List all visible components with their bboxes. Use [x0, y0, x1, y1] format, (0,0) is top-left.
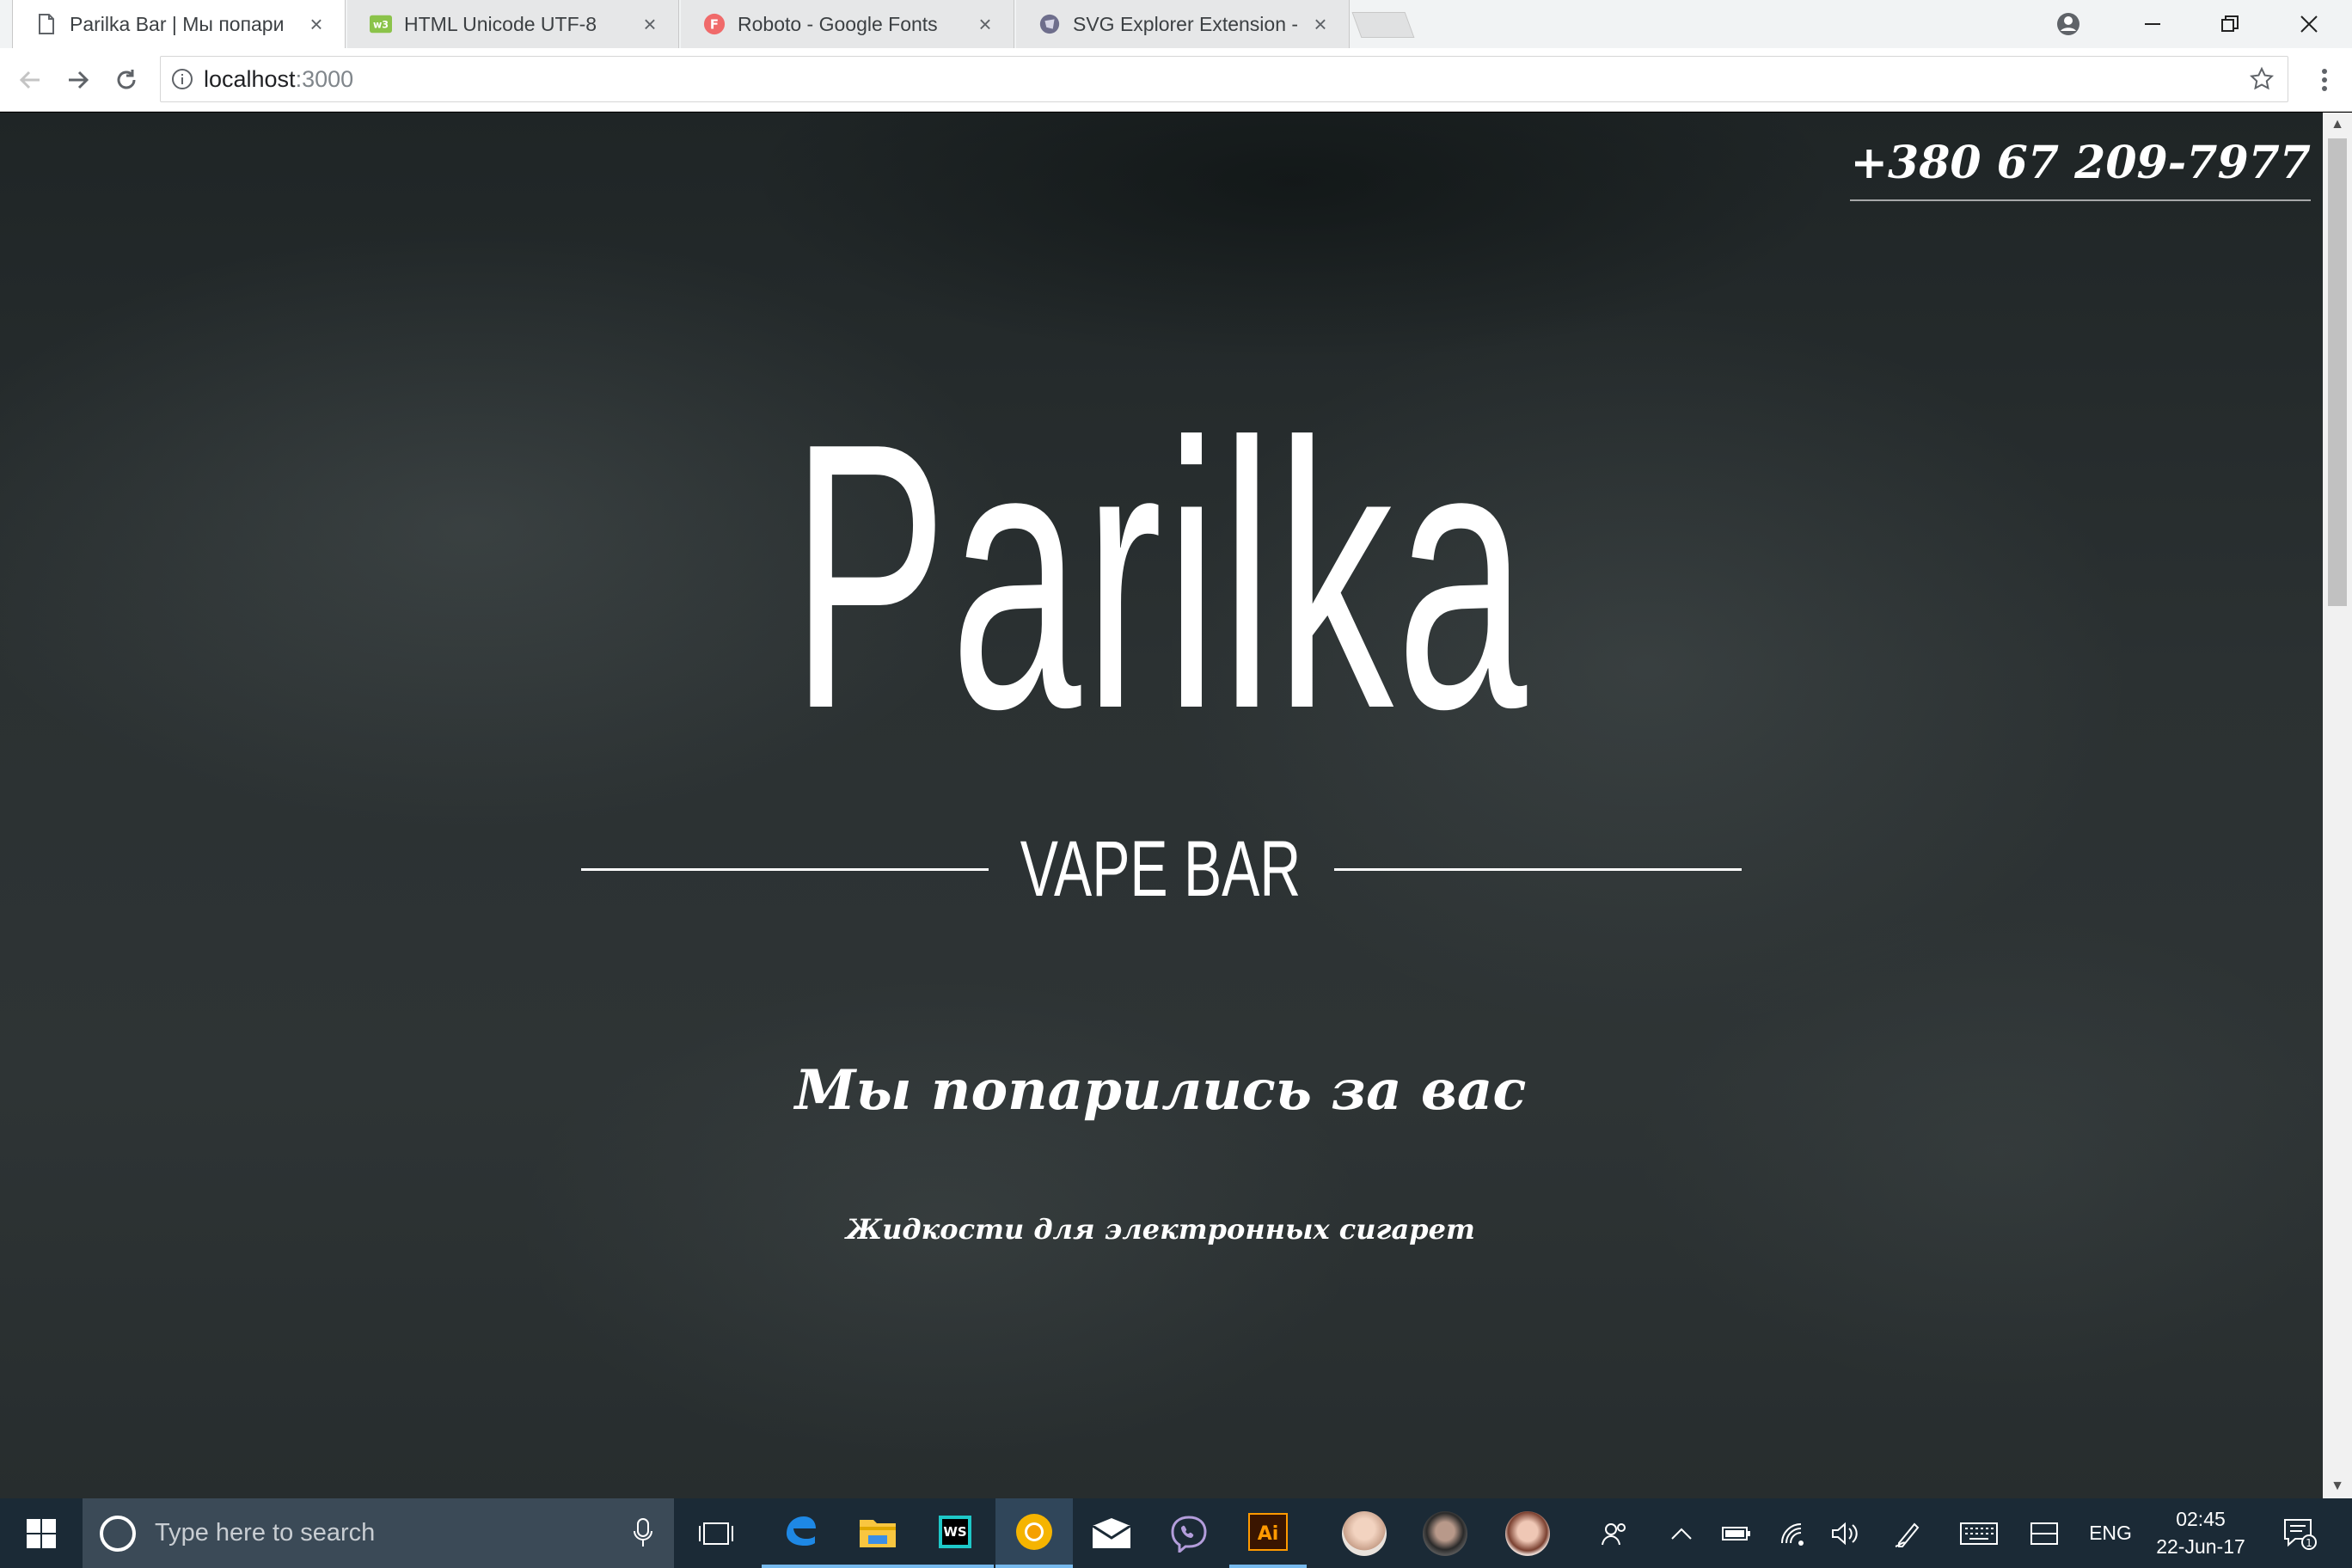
avatar — [1423, 1510, 1467, 1556]
scroll-up-icon[interactable]: ▲ — [2323, 113, 2352, 137]
scroll-thumb[interactable] — [2328, 138, 2347, 606]
windows-taskbar: Type here to search WS Ai ENG 02:45 22-J… — [0, 1498, 2352, 1568]
google-fonts-icon: F — [703, 13, 726, 35]
tab-close-icon[interactable]: × — [302, 11, 331, 38]
pen-ink-icon[interactable] — [1884, 1498, 1932, 1568]
show-hidden-icons-chevron-icon[interactable] — [1661, 1498, 1702, 1568]
menu-dots-icon[interactable] — [2307, 58, 2342, 101]
forward-arrow-icon[interactable] — [57, 58, 100, 101]
notification-count: 1 — [2306, 1537, 2312, 1549]
svg-explorer-icon — [1038, 13, 1061, 35]
action-center-icon[interactable]: 1 — [2269, 1498, 2330, 1568]
file-explorer-icon[interactable] — [839, 1498, 916, 1568]
w3schools-icon: w3 — [370, 13, 392, 35]
page-icon — [35, 13, 58, 35]
volume-icon[interactable] — [1822, 1498, 1867, 1568]
clock-date: 22-Jun-17 — [2156, 1535, 2245, 1558]
tab-title: HTML Unicode UTF-8 — [404, 12, 597, 35]
tab-google-fonts[interactable]: F Roboto - Google Fonts × — [681, 0, 1014, 48]
close-window-icon[interactable] — [2269, 0, 2349, 48]
description: Жидкости для электронных сигарет — [846, 1213, 1475, 1246]
tablet-mode-icon[interactable] — [2020, 1498, 2068, 1568]
edge-icon[interactable] — [762, 1498, 839, 1568]
clock-time: 02:45 — [2176, 1508, 2226, 1530]
logo-text: Parilka — [791, 365, 1530, 787]
tab-title: Roboto - Google Fonts — [738, 12, 938, 35]
battery-icon[interactable] — [1714, 1498, 1759, 1568]
bookmark-star-icon[interactable] — [2248, 65, 2275, 93]
illustrator-icon[interactable]: Ai — [1229, 1498, 1307, 1568]
language-text: ENG — [2089, 1522, 2132, 1544]
browser-toolbar: localhost:3000 — [0, 48, 2352, 112]
wifi-icon[interactable] — [1771, 1498, 1816, 1568]
viber-icon[interactable] — [1150, 1498, 1228, 1568]
avatar — [1342, 1510, 1387, 1556]
address-bar[interactable]: localhost:3000 — [160, 56, 2288, 102]
avatar — [1505, 1510, 1550, 1556]
touch-keyboard-icon[interactable] — [1951, 1498, 2006, 1568]
webstorm-icon[interactable]: WS — [916, 1498, 994, 1568]
contact-avatar-1[interactable] — [1326, 1498, 1403, 1568]
tab-svg-explorer[interactable]: SVG Explorer Extension - × — [1016, 0, 1350, 48]
microphone-icon[interactable] — [633, 1517, 653, 1548]
back-arrow-icon[interactable] — [9, 58, 52, 101]
vertical-scrollbar[interactable]: ▲ ▼ — [2323, 113, 2352, 1498]
phone-link[interactable]: +380 67 209-7977 — [1850, 137, 2311, 201]
new-tab-button[interactable] — [1351, 12, 1415, 38]
page-viewport: +380 67 209-7977 Parilka VAPE BAR Мы поп… — [0, 113, 2352, 1498]
taskbar-search-input[interactable]: Type here to search — [83, 1498, 674, 1568]
windows-start-icon[interactable] — [0, 1498, 83, 1568]
tab-close-icon[interactable]: × — [635, 11, 665, 38]
subtitle-text: VAPE BAR — [1020, 825, 1302, 913]
url-text: localhost:3000 — [204, 66, 353, 93]
task-view-icon[interactable] — [677, 1498, 755, 1568]
contact-avatar-2[interactable] — [1406, 1498, 1484, 1568]
info-icon[interactable] — [169, 66, 195, 92]
restore-icon[interactable] — [2190, 0, 2269, 48]
chrome-icon[interactable] — [995, 1498, 1073, 1568]
tab-html-unicode[interactable]: w3 HTML Unicode UTF-8 × — [347, 0, 679, 48]
scroll-down-icon[interactable]: ▼ — [2323, 1474, 2352, 1498]
tab-close-icon[interactable]: × — [1306, 11, 1335, 38]
contact-avatar-3[interactable] — [1489, 1498, 1566, 1568]
profile-icon[interactable] — [2029, 0, 2108, 48]
language-indicator[interactable]: ENG — [2080, 1498, 2141, 1568]
people-icon[interactable] — [1590, 1498, 1638, 1568]
tab-parilka[interactable]: Parilka Bar | Мы попари × — [12, 0, 346, 48]
search-placeholder: Type here to search — [155, 1519, 376, 1547]
svg-text:Ai: Ai — [1258, 1523, 1279, 1545]
tab-title: SVG Explorer Extension - — [1073, 12, 1299, 35]
url-host: localhost — [204, 65, 296, 92]
browser-tabstrip: Parilka Bar | Мы попари × w3 HTML Unicod… — [0, 0, 2352, 48]
reload-icon[interactable] — [105, 58, 148, 101]
cortana-icon — [100, 1515, 136, 1552]
svg-text:F: F — [710, 17, 719, 33]
url-port: :3000 — [295, 65, 354, 92]
svg-text:w3: w3 — [373, 20, 389, 31]
clock[interactable]: 02:45 22-Jun-17 — [2141, 1505, 2261, 1560]
tagline: Мы попарились за вас — [794, 1058, 1527, 1123]
tab-title: Parilka Bar | Мы попари — [70, 12, 285, 35]
tab-close-icon[interactable]: × — [971, 11, 1000, 38]
mail-icon[interactable] — [1073, 1498, 1150, 1568]
minimize-icon[interactable] — [2113, 0, 2192, 48]
svg-text:WS: WS — [943, 1524, 966, 1540]
